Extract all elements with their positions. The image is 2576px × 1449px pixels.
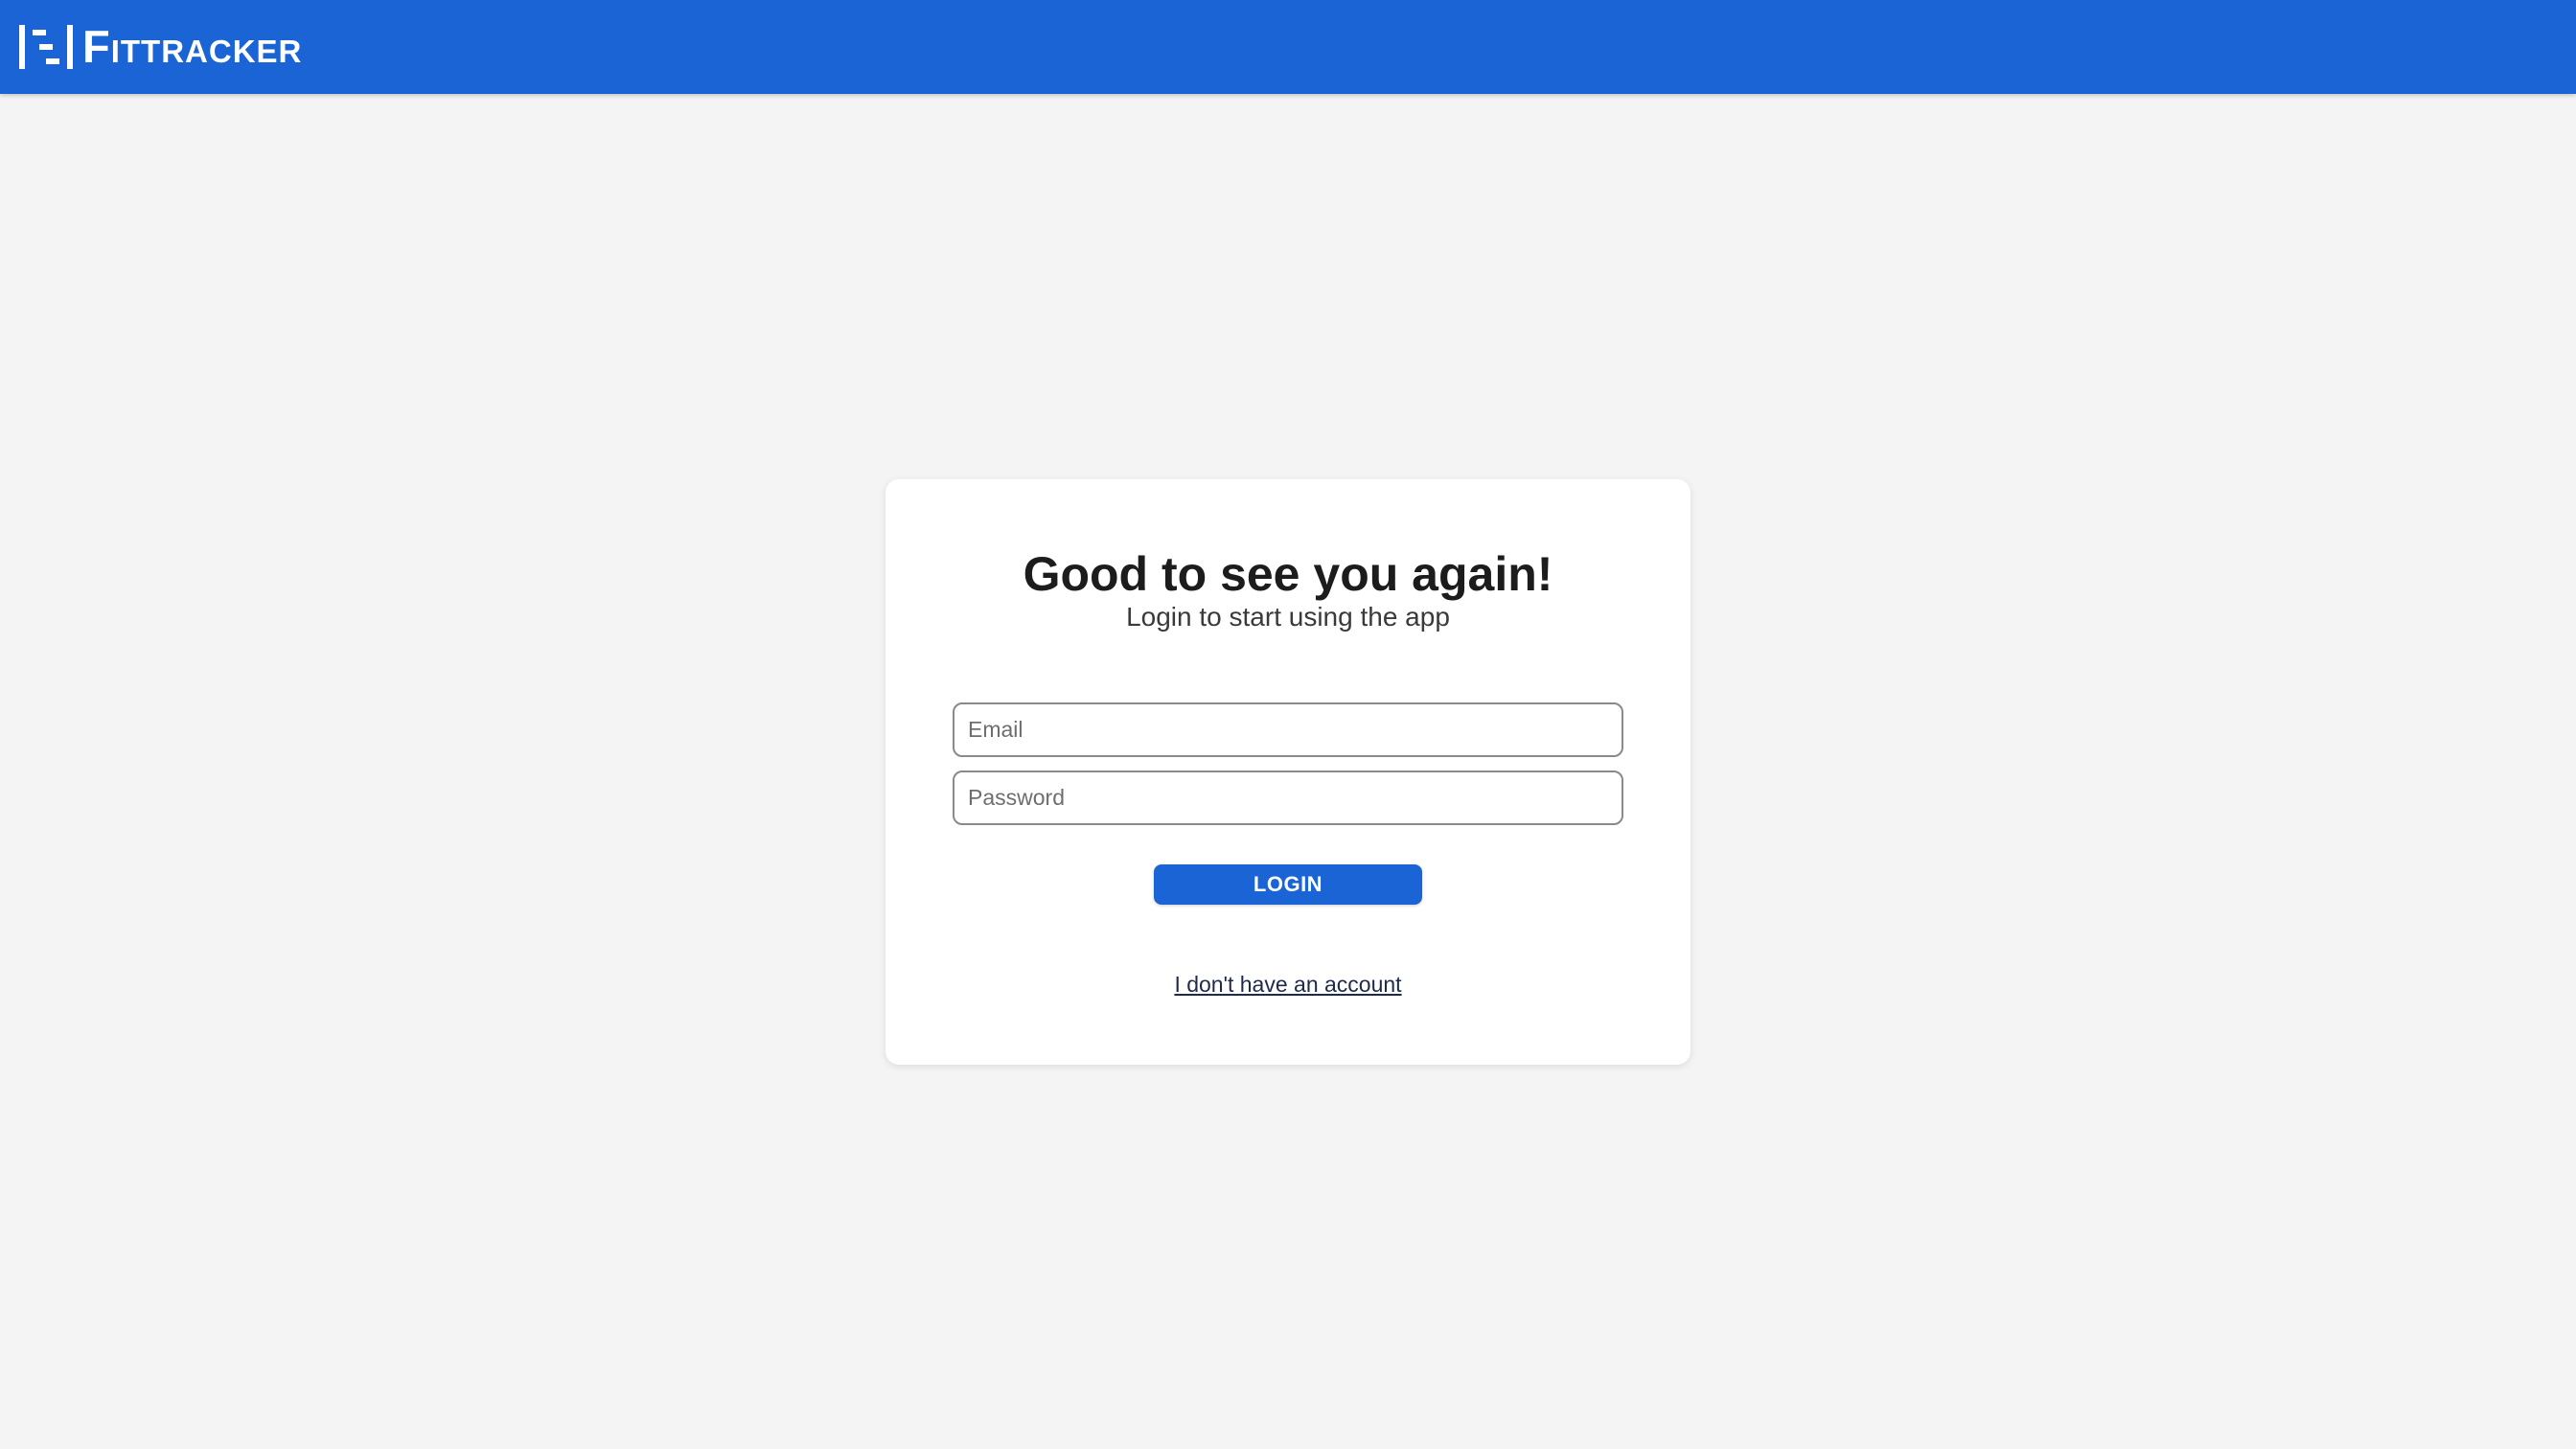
top-app-bar: FitTracker (0, 0, 2576, 94)
password-field[interactable] (953, 770, 1623, 825)
email-field[interactable] (953, 702, 1623, 757)
page-subtitle: Login to start using the app (1126, 602, 1450, 632)
login-button[interactable]: LOGIN (1154, 864, 1422, 905)
brand-logo[interactable]: FitTracker (19, 23, 302, 71)
page-title: Good to see you again! (1023, 547, 1553, 601)
fittracker-logo-icon (19, 25, 73, 69)
signup-link-container: I don't have an account (886, 970, 1690, 999)
brand-name: FitTracker (82, 21, 303, 72)
login-card: Good to see you again! Login to start us… (886, 479, 1690, 1065)
no-account-link[interactable]: I don't have an account (1174, 972, 1401, 997)
